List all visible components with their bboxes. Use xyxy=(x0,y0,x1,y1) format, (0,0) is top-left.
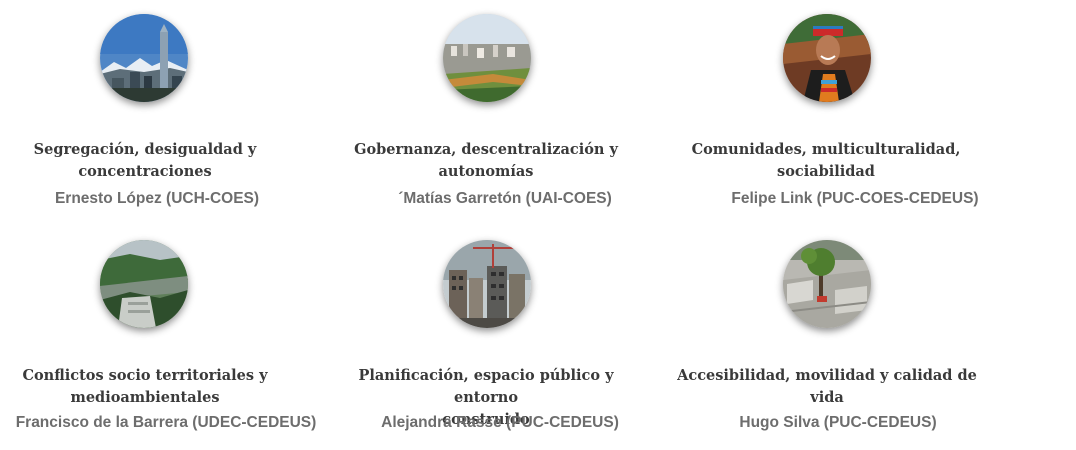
construction-buildings-photo[interactable] xyxy=(443,240,531,328)
city-aerial-river-photo[interactable] xyxy=(443,14,531,102)
research-line-title: Segregación, desigualdad y concentracion… xyxy=(33,141,257,180)
researcher-name[interactable]: Felipe Link (PUC-COES-CEDEUS) xyxy=(680,190,1030,208)
plaza-trees-photo[interactable] xyxy=(783,240,871,328)
researcher-name[interactable]: Alejandra Rasse (PUC-CEDEUS) xyxy=(340,414,660,432)
researcher-name[interactable]: Francisco de la Barrera (UDEC-CEDEUS) xyxy=(0,414,332,432)
city-skyline-mountains-photo[interactable] xyxy=(100,14,188,102)
research-line-title: Comunidades, multiculturalidad, sociabil… xyxy=(691,141,961,180)
researcher-name[interactable]: Ernesto López (UCH-COES) xyxy=(0,190,314,208)
researcher-name[interactable]: Hugo Silva (PUC-CEDEUS) xyxy=(668,414,1008,432)
dam-valley-photo[interactable] xyxy=(100,240,188,328)
research-line-title: Conflictos socio territoriales y medioam… xyxy=(22,367,268,406)
research-line-title: Gobernanza, descentralización y autonomí… xyxy=(354,141,618,180)
research-lines-grid: Segregación, desigualdad y concentracion… xyxy=(0,0,1076,450)
researcher-name[interactable]: ´Matías Garretón (UAI-COES) xyxy=(340,190,670,208)
indigenous-woman-portrait-photo[interactable] xyxy=(783,14,871,102)
research-line-title: Accesibilidad, movilidad y calidad de vi… xyxy=(677,367,977,406)
